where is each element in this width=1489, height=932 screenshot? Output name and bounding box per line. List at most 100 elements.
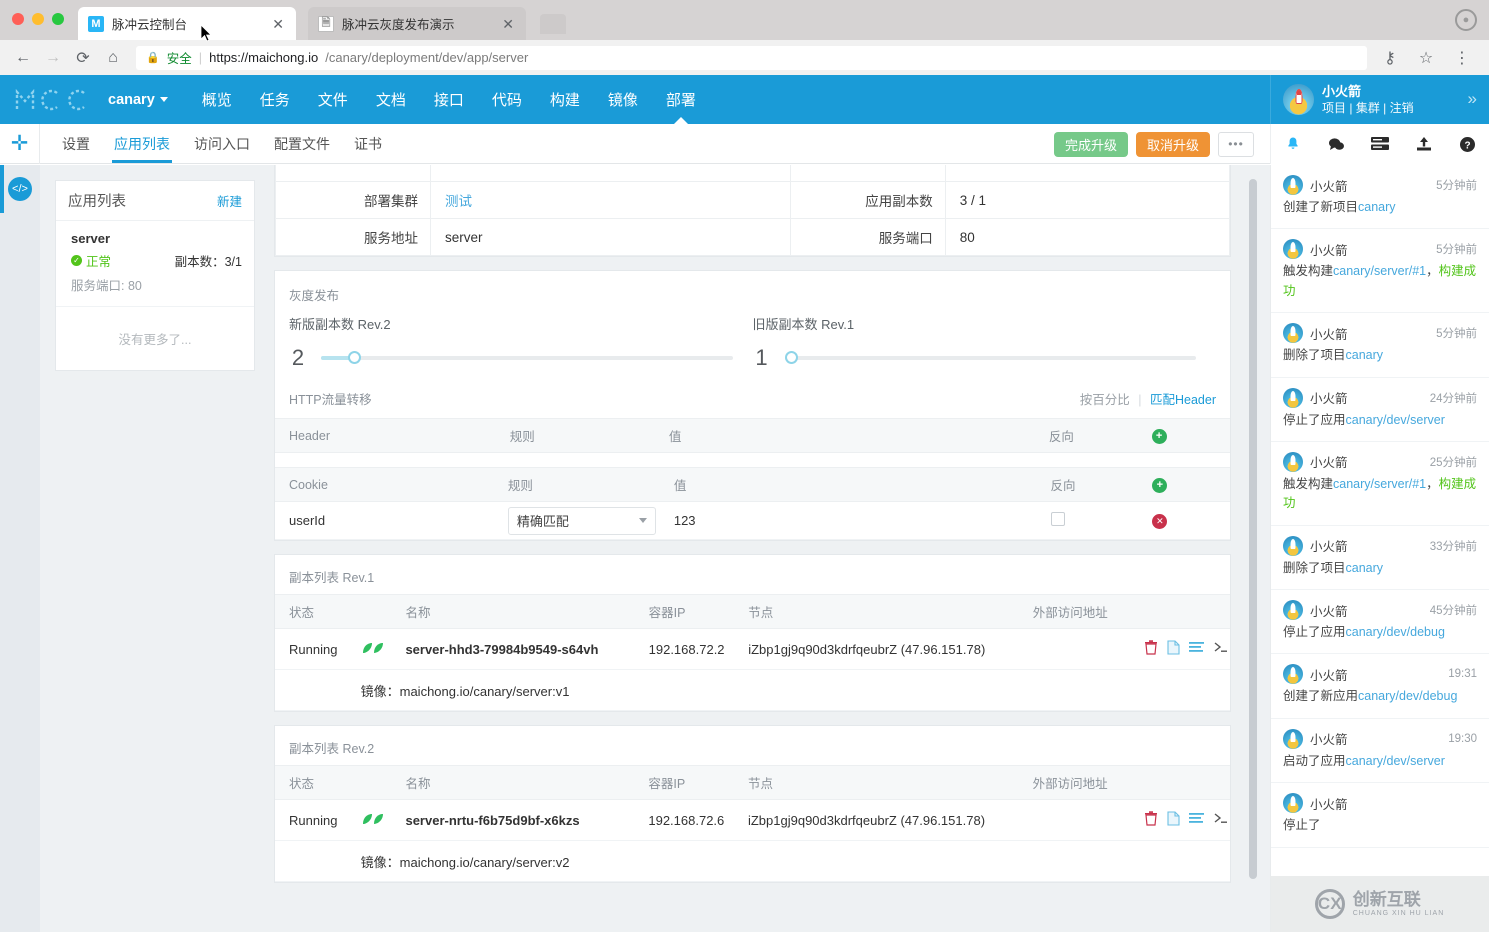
terminal-icon[interactable] bbox=[1213, 812, 1228, 828]
cookie-name-cell[interactable]: userId bbox=[275, 501, 494, 540]
user-block[interactable]: 小火箭 项目 | 集群 | 注销 » bbox=[1270, 75, 1489, 124]
home-icon[interactable]: ⌂ bbox=[100, 45, 126, 71]
feed-link[interactable]: canary/server/#1 bbox=[1333, 264, 1426, 278]
cookie-value-cell[interactable]: 123 bbox=[659, 501, 1037, 540]
trash-icon[interactable] bbox=[1144, 640, 1158, 658]
nav-item-files[interactable]: 文件 bbox=[304, 75, 362, 124]
list-item[interactable]: 小火箭 5分钟前 创建了新项目canary bbox=[1271, 165, 1489, 230]
code-brackets-icon[interactable]: </> bbox=[8, 177, 32, 201]
log-icon[interactable] bbox=[1367, 131, 1393, 157]
list-item[interactable]: 小火箭 停止了 bbox=[1271, 783, 1489, 848]
browser-profile-icon[interactable]: ● bbox=[1455, 9, 1477, 31]
plus-circle-icon[interactable]: + bbox=[1152, 477, 1168, 493]
nav-item-image[interactable]: 镜像 bbox=[594, 75, 652, 124]
cluster-value-link[interactable]: 测试 bbox=[430, 181, 791, 219]
list-icon[interactable] bbox=[1189, 812, 1204, 828]
chevron-right-double-icon[interactable]: » bbox=[1468, 89, 1477, 109]
mode-header-option[interactable]: 匹配Header bbox=[1150, 393, 1216, 407]
nav-item-docs[interactable]: 文档 bbox=[362, 75, 420, 124]
tab-config-files[interactable]: 配置文件 bbox=[262, 124, 342, 163]
kebab-menu-icon[interactable]: ⋮ bbox=[1449, 45, 1475, 71]
feed-user: 小火箭 bbox=[1310, 797, 1348, 812]
list-icon[interactable] bbox=[1188, 641, 1204, 657]
more-options-button[interactable]: ••• bbox=[1218, 131, 1254, 157]
mode-percent-option[interactable]: 按百分比 bbox=[1080, 393, 1130, 407]
old-version-slider[interactable] bbox=[784, 351, 1196, 364]
feed-link[interactable]: canary bbox=[1346, 348, 1384, 362]
trash-icon[interactable] bbox=[1144, 811, 1158, 829]
list-item[interactable]: 小火箭 24分钟前 停止了应用canary/dev/server bbox=[1271, 378, 1489, 442]
feed-link[interactable]: canary/server/#1 bbox=[1333, 477, 1426, 491]
plus-icon[interactable]: ✛ bbox=[0, 123, 40, 164]
list-item[interactable]: 小火箭 19:31 创建了新应用canary/dev/debug bbox=[1271, 654, 1489, 719]
reverse-checkbox[interactable] bbox=[1050, 512, 1065, 526]
feed-link[interactable]: canary bbox=[1346, 561, 1384, 575]
user-link-projects[interactable]: 项目 bbox=[1322, 101, 1346, 115]
rule-select[interactable]: 精确匹配 bbox=[507, 506, 656, 535]
nav-item-deploy[interactable]: 部署 bbox=[652, 75, 710, 124]
tab-app-list[interactable]: 应用列表 bbox=[102, 124, 182, 163]
plus-circle-icon[interactable]: + bbox=[1151, 428, 1167, 444]
nav-item-api[interactable]: 接口 bbox=[420, 75, 478, 124]
nav-item-tasks[interactable]: 任务 bbox=[246, 75, 304, 124]
mcc-logo[interactable] bbox=[14, 87, 92, 113]
project-selector[interactable]: canary bbox=[108, 92, 168, 108]
nav-item-build[interactable]: 构建 bbox=[536, 75, 594, 124]
main-scrollbar[interactable] bbox=[1249, 179, 1257, 879]
feed-link[interactable]: canary/dev/debug bbox=[1346, 625, 1445, 639]
feed-link[interactable]: canary/dev/debug bbox=[1358, 689, 1457, 703]
user-link-logout[interactable]: 注销 bbox=[1390, 101, 1414, 115]
user-link-clusters[interactable]: 集群 bbox=[1356, 101, 1380, 115]
close-window-button[interactable] bbox=[12, 13, 24, 25]
reload-icon[interactable]: ⟳ bbox=[70, 45, 96, 71]
list-item[interactable]: 小火箭 19:30 启动了应用canary/dev/server bbox=[1271, 719, 1489, 784]
file-icon[interactable] bbox=[1167, 811, 1180, 829]
finish-upgrade-button[interactable]: 完成升级 bbox=[1053, 131, 1128, 157]
replica-name[interactable]: server-hhd3-79984b9549-s64vh bbox=[391, 628, 635, 670]
cookie-rules-table: Cookie 规则 值 反向 + userId 精确匹配 123 ✕ bbox=[275, 467, 1230, 540]
cancel-upgrade-button[interactable]: 取消升级 bbox=[1135, 131, 1210, 157]
feed-text: 触发构建canary/server/#1，构建成功 bbox=[1283, 262, 1477, 301]
browser-tab-inactive[interactable]: 🗎 脉冲云灰度发布演示 ✕ bbox=[308, 7, 526, 40]
forward-arrow-icon[interactable]: → bbox=[40, 45, 66, 71]
chat-icon[interactable] bbox=[1323, 131, 1349, 157]
feed-text: 触发构建canary/server/#1，构建成功 bbox=[1283, 475, 1477, 514]
list-item[interactable]: server ✓ 正常 副本数：3/1 服务端口: 80 bbox=[56, 221, 254, 306]
url-input[interactable]: 🔒 安全 | https://maichong.io/canary/deploy… bbox=[136, 45, 1367, 70]
help-icon[interactable]: ? bbox=[1454, 131, 1480, 157]
list-item[interactable]: 小火箭 5分钟前 触发构建canary/server/#1，构建成功 bbox=[1271, 229, 1489, 314]
new-tab-button[interactable] bbox=[540, 14, 566, 34]
browser-tab-active[interactable]: M 脉冲云控制台 ✕ bbox=[78, 7, 296, 40]
slider-handle[interactable] bbox=[784, 351, 798, 364]
feed-link[interactable]: canary bbox=[1358, 200, 1396, 214]
feed-link[interactable]: canary/dev/server bbox=[1346, 754, 1445, 768]
close-icon[interactable]: ✕ bbox=[500, 15, 516, 33]
nav-item-overview[interactable]: 概览 bbox=[188, 75, 246, 124]
close-icon[interactable]: ✕ bbox=[270, 15, 286, 33]
list-item[interactable]: 小火箭 25分钟前 触发构建canary/server/#1，构建成功 bbox=[1271, 442, 1489, 526]
x-circle-icon[interactable]: ✕ bbox=[1152, 514, 1168, 529]
nav-item-code[interactable]: 代码 bbox=[478, 75, 536, 124]
terminal-icon[interactable] bbox=[1213, 641, 1228, 657]
back-arrow-icon[interactable]: ← bbox=[10, 45, 36, 71]
new-app-link[interactable]: 新建 bbox=[217, 191, 242, 210]
bell-icon[interactable] bbox=[1280, 131, 1306, 157]
tab-settings[interactable]: 设置 bbox=[50, 124, 102, 163]
feed-link[interactable]: canary/dev/server bbox=[1346, 413, 1445, 427]
maximize-window-button[interactable] bbox=[52, 13, 64, 25]
list-item[interactable]: 小火箭 5分钟前 删除了项目canary bbox=[1271, 313, 1489, 378]
list-item[interactable]: 小火箭 33分钟前 删除了项目canary bbox=[1271, 526, 1489, 590]
star-icon[interactable]: ☆ bbox=[1413, 45, 1439, 71]
list-item[interactable]: 小火箭 45分钟前 停止了应用canary/dev/debug bbox=[1271, 590, 1489, 655]
scrollbar-thumb[interactable] bbox=[1249, 179, 1257, 879]
tab-ingress[interactable]: 访问入口 bbox=[182, 124, 262, 163]
minimize-window-button[interactable] bbox=[32, 13, 44, 25]
key-icon[interactable]: ⚷ bbox=[1377, 45, 1403, 71]
new-version-slider[interactable] bbox=[321, 351, 733, 364]
slider-handle[interactable] bbox=[347, 351, 361, 364]
file-icon[interactable] bbox=[1167, 640, 1180, 658]
window-traffic-lights[interactable] bbox=[12, 13, 64, 25]
upload-icon[interactable] bbox=[1411, 131, 1437, 157]
tab-certificates[interactable]: 证书 bbox=[342, 124, 394, 163]
replica-name[interactable]: server-nrtu-f6b75d9bf-x6kzs bbox=[391, 799, 635, 841]
